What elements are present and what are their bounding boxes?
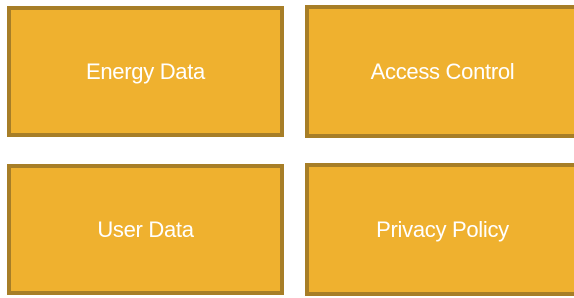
energy-data-box: Energy Data xyxy=(7,6,284,137)
privacy-policy-box: Privacy Policy xyxy=(305,163,574,296)
user-data-box: User Data xyxy=(7,164,284,295)
user-data-label: User Data xyxy=(97,216,194,242)
energy-data-label: Energy Data xyxy=(86,58,205,84)
access-control-box: Access Control xyxy=(305,5,574,138)
access-control-label: Access Control xyxy=(370,58,515,84)
privacy-policy-label: Privacy Policy xyxy=(376,216,509,242)
